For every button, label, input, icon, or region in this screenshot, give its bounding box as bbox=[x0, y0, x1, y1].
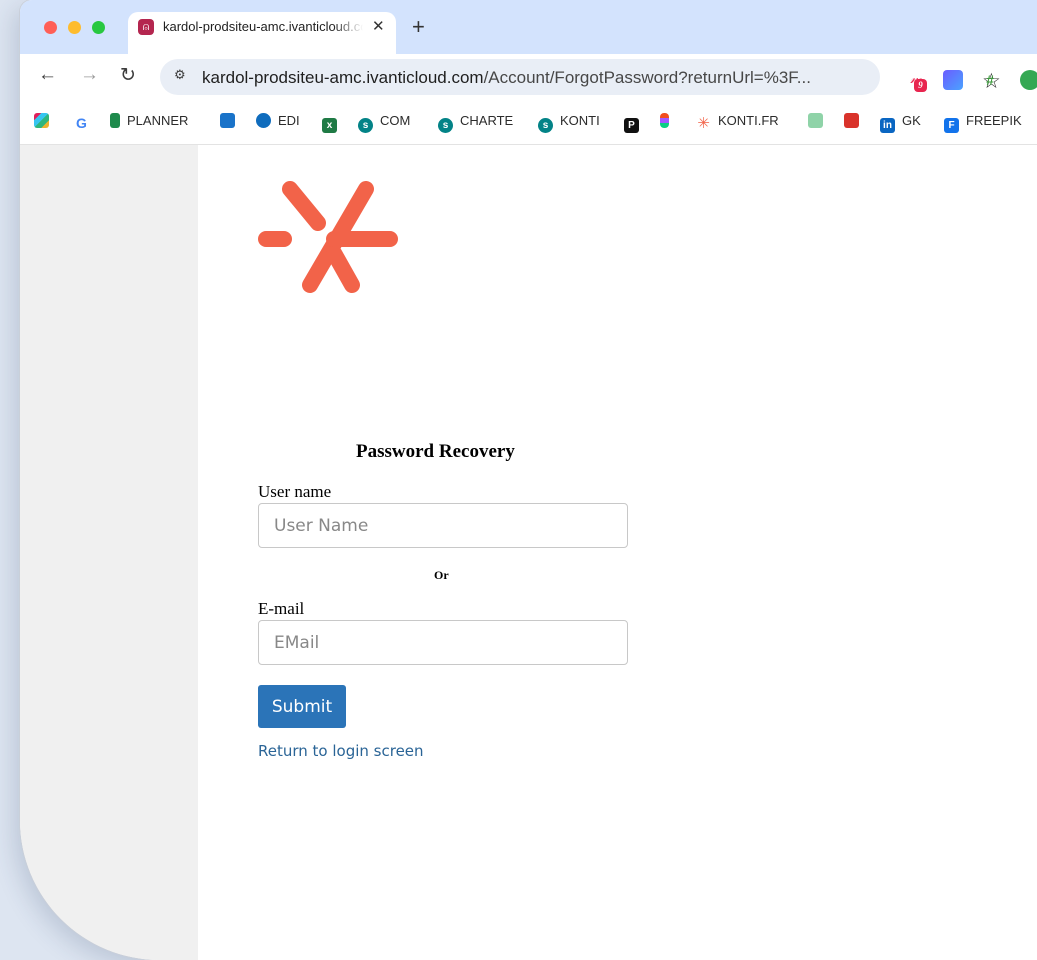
browser-toolbar: ← → ↻ ⚙ kardol-prodsiteu-amc.ivanticloud… bbox=[20, 54, 1037, 100]
or-separator: Or bbox=[434, 568, 449, 582]
bookmark-item[interactable]: G bbox=[74, 113, 96, 131]
close-window-button[interactable] bbox=[44, 21, 57, 34]
bookmark-item[interactable]: F FREEPIK bbox=[944, 113, 1022, 133]
sharepoint-icon: s bbox=[358, 118, 373, 133]
email-label: E-mail bbox=[258, 599, 305, 618]
app-icon bbox=[220, 113, 235, 128]
onedrive-icon bbox=[256, 113, 271, 128]
figma-icon bbox=[660, 113, 669, 128]
freepik-icon: F bbox=[944, 118, 959, 133]
planner-icon bbox=[110, 113, 120, 128]
bookmark-item[interactable] bbox=[808, 113, 830, 128]
bookmark-item[interactable] bbox=[660, 113, 676, 128]
bookmark-item[interactable]: x bbox=[322, 113, 344, 133]
extension-icon[interactable]: # bbox=[980, 70, 1000, 90]
extension-badge: 9 bbox=[914, 79, 927, 92]
konti-icon: ✳ bbox=[697, 115, 710, 132]
tab-title: kardol-prodsiteu-amc.ivanticloud.com bbox=[163, 19, 363, 34]
minimize-window-button[interactable] bbox=[68, 21, 81, 34]
email-input[interactable] bbox=[258, 620, 628, 665]
sharepoint-icon: s bbox=[438, 118, 453, 133]
url-path: /Account/ForgotPassword?returnUrl=%3F... bbox=[483, 68, 811, 87]
extension-icon[interactable] bbox=[1020, 70, 1037, 90]
download-icon bbox=[808, 113, 823, 128]
bookmark-item[interactable]: P bbox=[624, 113, 646, 133]
bookmark-item[interactable] bbox=[844, 113, 866, 128]
browser-tab[interactable]: ⍝ kardol-prodsiteu-amc.ivanticloud.com ✕ bbox=[128, 12, 396, 54]
bookmark-item[interactable]: s COM bbox=[358, 113, 410, 133]
page-title: Password Recovery bbox=[356, 441, 515, 462]
bookmark-item[interactable]: ✳ KONTI.FR bbox=[696, 113, 778, 132]
tab-strip: ⍝ kardol-prodsiteu-amc.ivanticloud.com ✕… bbox=[20, 0, 1037, 54]
address-bar[interactable]: ⚙ kardol-prodsiteu-amc.ivanticloud.com/A… bbox=[160, 59, 1001, 95]
extension-icon[interactable]: 𝓂 9 bbox=[906, 70, 927, 92]
left-panel bbox=[20, 145, 198, 960]
bookmark-item[interactable]: s CHARTE bbox=[438, 113, 513, 133]
bookmark-item[interactable]: PLANNER bbox=[110, 113, 188, 128]
browser-window: ⍝ kardol-prodsiteu-amc.ivanticloud.com ✕… bbox=[20, 0, 1037, 960]
forward-icon[interactable]: → bbox=[80, 64, 99, 86]
app-icon bbox=[844, 113, 859, 128]
return-to-login-link[interactable]: Return to login screen bbox=[258, 742, 424, 760]
linkedin-icon: in bbox=[880, 118, 895, 133]
bookmark-item[interactable]: s KONTI bbox=[538, 113, 600, 133]
site-settings-icon[interactable]: ⚙ bbox=[174, 67, 186, 83]
excel-icon: x bbox=[322, 118, 337, 133]
bookmarks-bar: G PLANNER EDI x s COM s CHARTE s KONTI P ✳ K… bbox=[20, 100, 1037, 145]
site-favicon-icon: ⍝ bbox=[138, 19, 154, 35]
username-label: User name bbox=[258, 482, 332, 501]
bookmark-item[interactable] bbox=[220, 113, 242, 128]
google-icon: G bbox=[76, 115, 87, 131]
submit-button[interactable]: Submit bbox=[258, 685, 346, 728]
close-tab-icon[interactable]: ✕ bbox=[372, 17, 385, 35]
reload-icon[interactable]: ↻ bbox=[120, 64, 136, 87]
new-tab-button[interactable]: + bbox=[412, 14, 425, 40]
back-icon[interactable]: ← bbox=[38, 64, 57, 86]
p-icon: P bbox=[624, 118, 639, 133]
page-content: Password Recovery User name Or E-mail Su… bbox=[198, 145, 1037, 960]
username-input[interactable] bbox=[258, 503, 628, 548]
extension-icon[interactable] bbox=[943, 70, 963, 90]
url-host: kardol-prodsiteu-amc.ivanticloud.com bbox=[202, 68, 484, 87]
bookmark-item[interactable]: EDI bbox=[256, 113, 300, 128]
url-text: kardol-prodsiteu-amc.ivanticloud.com/Acc… bbox=[202, 68, 811, 88]
slack-icon bbox=[34, 113, 49, 128]
bookmark-item[interactable] bbox=[34, 113, 56, 128]
company-logo bbox=[258, 181, 398, 293]
sharepoint-icon: s bbox=[538, 118, 553, 133]
maximize-window-button[interactable] bbox=[92, 21, 105, 34]
bookmark-item[interactable]: in GK bbox=[880, 113, 921, 133]
